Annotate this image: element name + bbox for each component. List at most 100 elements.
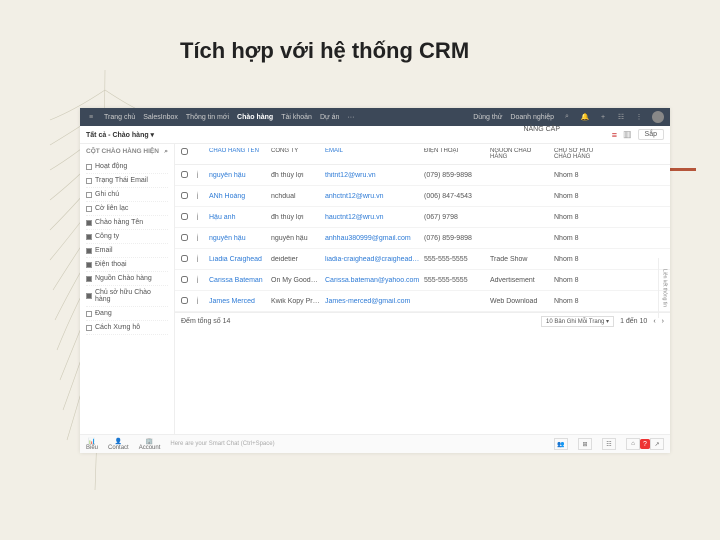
calendar-icon[interactable]: ☷ [616, 112, 626, 122]
nav-home[interactable]: Trang chủ [104, 114, 135, 121]
upgrade-link[interactable]: NÂNG CẤP [523, 126, 560, 133]
cell-email[interactable]: anhctnt12@wru.vn [325, 193, 420, 200]
bbar-icon-3[interactable]: ☷ [602, 438, 616, 450]
sidebar-item[interactable]: Email [86, 244, 168, 258]
cell-name[interactable]: Hậu anh [209, 214, 267, 221]
checkbox-icon[interactable] [86, 178, 92, 184]
nav-feed[interactable]: Thông tin mới [186, 114, 229, 121]
cell-email[interactable]: hauctnt12@wru.vn [325, 214, 420, 221]
cell-name[interactable]: Carissa Bateman [209, 277, 267, 284]
checkbox-icon[interactable] [86, 206, 92, 212]
bbar-account[interactable]: 🏢Account [139, 438, 161, 451]
cell-name[interactable]: Liadia Craighead [209, 256, 267, 263]
cell-email[interactable]: James-merced@gmail.com [325, 298, 420, 305]
row-checkbox[interactable] [181, 276, 188, 283]
sidebar-item[interactable]: Điện thoại [86, 258, 168, 272]
sidebar-item[interactable]: Nguồn Chào hàng [86, 272, 168, 286]
checkbox-icon[interactable] [86, 220, 92, 226]
col-company[interactable]: CÔNG TY [271, 148, 321, 160]
row-checkbox[interactable] [181, 234, 188, 241]
bbar-icon-4[interactable]: ⌂ [626, 438, 640, 450]
nav-projects[interactable]: Dự án [320, 114, 339, 121]
view-selector[interactable]: Tất cả - Chào hàng ▾ [86, 131, 154, 139]
sort-button[interactable]: Sắp [638, 129, 664, 140]
prev-page-icon[interactable]: ‹ [653, 318, 655, 325]
checkbox-icon[interactable] [86, 325, 92, 331]
table-row[interactable]: Liadia Craighead deidetier liadia-craigh… [175, 249, 670, 270]
col-owner[interactable]: CHỦ SỞ HỮU CHÀO HÀNG [554, 148, 594, 160]
row-checkbox[interactable] [181, 255, 188, 262]
table-row[interactable]: Carissa Bateman On My Goodknits Inc Cari… [175, 270, 670, 291]
bbar-icon-2[interactable]: ⊞ [578, 438, 592, 450]
sidebar-item[interactable]: Đang [86, 307, 168, 321]
side-panel-tab[interactable]: Liên kết thông tin [658, 258, 670, 318]
flag-icon[interactable] [197, 296, 203, 304]
list-view-icon[interactable]: ≡ [612, 130, 617, 140]
plus-icon[interactable]: + [598, 112, 608, 122]
flag-icon[interactable] [197, 170, 203, 178]
checkbox-icon[interactable] [86, 234, 92, 240]
cell-email[interactable]: anhhau380999@gmail.com [325, 235, 420, 242]
table-row[interactable]: James Merced Kwik Kopy Printing James-me… [175, 291, 670, 312]
flag-icon[interactable] [197, 254, 203, 262]
sidebar-item[interactable]: Công ty [86, 230, 168, 244]
sidebar-search-icon[interactable]: ⌕ [164, 148, 168, 156]
sidebar-item[interactable]: Ghi chú [86, 188, 168, 202]
checkbox-icon[interactable] [86, 164, 92, 170]
bbar-chart[interactable]: 📊Biểu [86, 438, 98, 451]
checkbox-icon[interactable] [86, 192, 92, 198]
checkbox-icon[interactable] [86, 276, 92, 282]
row-checkbox[interactable] [181, 192, 188, 199]
checkbox-icon[interactable] [86, 262, 92, 268]
help-badge[interactable]: ? [640, 439, 650, 449]
table-row[interactable]: ANh Hoàng nchdual anhctnt12@wru.vn (006)… [175, 186, 670, 207]
select-all-checkbox[interactable] [181, 148, 188, 155]
cell-name[interactable]: James Merced [209, 298, 267, 305]
menu-icon[interactable]: ≡ [86, 112, 96, 122]
checkbox-icon[interactable] [86, 248, 92, 254]
search-icon[interactable]: ⌕ [562, 112, 572, 122]
sidebar-item[interactable]: Chào hàng Tên [86, 216, 168, 230]
next-page-icon[interactable]: › [662, 318, 664, 325]
col-source[interactable]: NGUỒN CHÀO HÀNG [490, 148, 550, 160]
col-phone[interactable]: ĐIỆN THOẠI [424, 148, 486, 160]
table-row[interactable]: nguyễn hậu nguyễn hậu anhhau380999@gmail… [175, 228, 670, 249]
row-checkbox[interactable] [181, 171, 188, 178]
per-page-select[interactable]: 10 Bản Ghi Mỗi Trang ▾ [541, 316, 614, 327]
sidebar-item[interactable]: Hoạt động [86, 160, 168, 174]
avatar[interactable] [652, 111, 664, 123]
checkbox-icon[interactable] [86, 311, 92, 317]
sidebar-item[interactable]: Trạng Thái Email [86, 174, 168, 188]
flag-icon[interactable] [197, 275, 203, 283]
sidebar-item[interactable]: Cờ liên lạc [86, 202, 168, 216]
flag-icon[interactable] [197, 191, 203, 199]
sidebar-item[interactable]: Cách Xưng hô [86, 321, 168, 335]
row-checkbox[interactable] [181, 297, 188, 304]
cell-email[interactable]: Carissa.bateman@yahoo.com [325, 277, 420, 284]
table-row[interactable]: nguyễn hậu đh thủy lợi thitnt12@wru.vn (… [175, 165, 670, 186]
bbar-icon-1[interactable]: 👥 [554, 438, 568, 450]
flag-icon[interactable] [197, 233, 203, 241]
checkbox-icon[interactable] [86, 293, 92, 299]
table-row[interactable]: Hậu anh đh thủy lợi hauctnt12@wru.vn (06… [175, 207, 670, 228]
nav-salesinbox[interactable]: SalesInbox [143, 114, 178, 121]
apps-icon[interactable]: ⋮ [634, 112, 644, 122]
nav-accounts[interactable]: Tài khoản [281, 114, 312, 121]
nav-leads[interactable]: Chào hàng [237, 114, 273, 121]
bell-icon[interactable]: 🔔 [580, 112, 590, 122]
row-checkbox[interactable] [181, 213, 188, 220]
bbar-icon-5[interactable]: ↗ [650, 438, 664, 450]
cell-name[interactable]: nguyễn hậu [209, 235, 267, 242]
col-email[interactable]: EMAIL [325, 148, 420, 160]
cell-phone: (067) 9798 [424, 214, 486, 221]
cell-email[interactable]: liadia-craighead@craighead.org [325, 256, 420, 263]
flag-icon[interactable] [197, 212, 203, 220]
bbar-contact[interactable]: 👤Contact [108, 438, 129, 451]
cell-name[interactable]: ANh Hoàng [209, 193, 267, 200]
cell-name[interactable]: nguyễn hậu [209, 172, 267, 179]
sidebar-item[interactable]: Chủ sở hữu Chào hàng [86, 286, 168, 307]
nav-more[interactable]: ··· [347, 114, 354, 121]
col-name[interactable]: CHÀO HÀNG TÊN [209, 148, 267, 160]
cell-email[interactable]: thitnt12@wru.vn [325, 172, 420, 179]
kanban-view-icon[interactable]: ▥ [623, 129, 632, 140]
